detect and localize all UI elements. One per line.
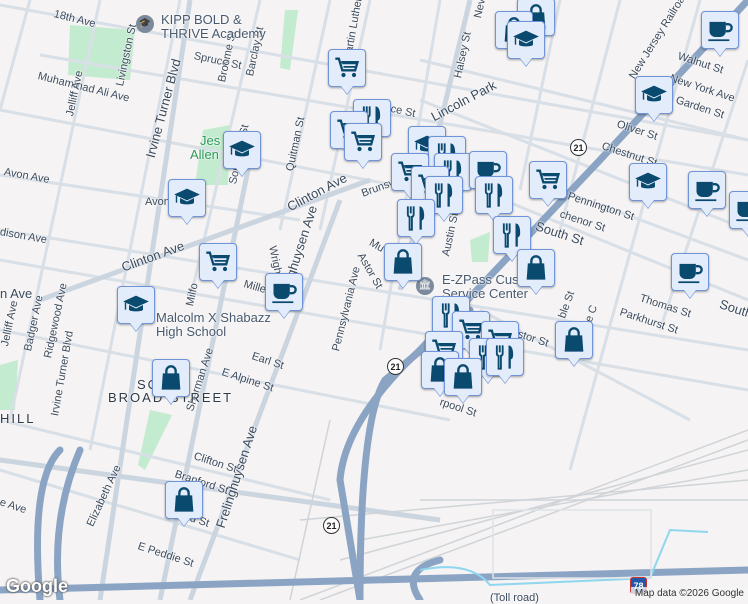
cup-marker[interactable] [265,273,303,311]
route-21-shield: 21 [570,139,587,156]
restaurant-marker[interactable] [486,338,524,376]
poi-label[interactable]: Malcolm X Shabazz [156,311,271,325]
restaurant-icon [498,221,526,249]
bag-marker[interactable] [384,243,422,281]
restaurant-marker[interactable] [397,199,435,237]
school-icon [228,136,256,164]
cart-icon [204,248,232,276]
school-icon [512,26,540,54]
cart-icon [534,166,562,194]
cup-icon [270,278,298,306]
cup-marker[interactable] [729,191,748,229]
school-icon [122,291,150,319]
route-21-shield: 21 [387,358,404,375]
bag-marker[interactable] [165,481,203,519]
street-label: Avon [145,196,170,208]
poi-label: THRIVE Academy [161,26,266,41]
school-icon [640,81,668,109]
cart-marker[interactable] [529,161,567,199]
bag-icon [522,254,550,282]
route-21-shield: 21 [323,517,340,534]
bag-marker[interactable] [152,359,190,397]
park-label[interactable]: Allen [190,148,219,162]
restaurant-icon [402,204,430,232]
bag-icon [157,364,185,392]
school-marker[interactable] [629,163,667,201]
cup-marker[interactable] [671,253,709,291]
cart-marker[interactable] [199,243,237,281]
school-icon: 🎓 [136,15,154,33]
cup-icon [676,258,704,286]
cup-icon [734,196,748,224]
bag-marker[interactable] [444,358,482,396]
bag-icon [389,248,417,276]
poi-label[interactable]: High School [156,325,226,339]
school-marker[interactable] [117,286,155,324]
google-logo: Google [6,576,68,596]
bag-icon [170,486,198,514]
bag-icon [560,326,588,354]
bag-marker[interactable] [555,321,593,359]
map-attribution[interactable]: Map data ©2026 Google [630,587,748,600]
school-marker[interactable] [635,76,673,114]
cup-marker[interactable] [688,171,726,209]
school-icon [173,184,201,212]
cup-icon [706,16,734,44]
school-marker[interactable] [507,21,545,59]
school-icon [634,168,662,196]
cart-icon [333,54,361,82]
restaurant-icon [491,343,519,371]
cart-marker[interactable] [328,49,366,87]
cart-icon [349,128,377,156]
neighborhood-label: HILL [0,411,36,426]
poi-label: KIPP BOLD & [161,12,242,27]
bag-marker[interactable] [517,249,555,287]
cup-icon [693,176,721,204]
cart-marker[interactable] [344,123,382,161]
street-label: n Ave [0,286,33,301]
school-marker[interactable] [223,131,261,169]
rail-yard [492,509,652,579]
restaurant-icon [480,181,508,209]
tollroad-label: (Toll road) [490,592,539,604]
cup-marker[interactable] [701,11,739,49]
restaurant-marker[interactable] [475,176,513,214]
bag-icon [449,363,477,391]
school-marker[interactable] [168,179,206,217]
park-label[interactable]: Jes [200,134,220,148]
poi-label: E-ZPass Cus [442,272,519,287]
